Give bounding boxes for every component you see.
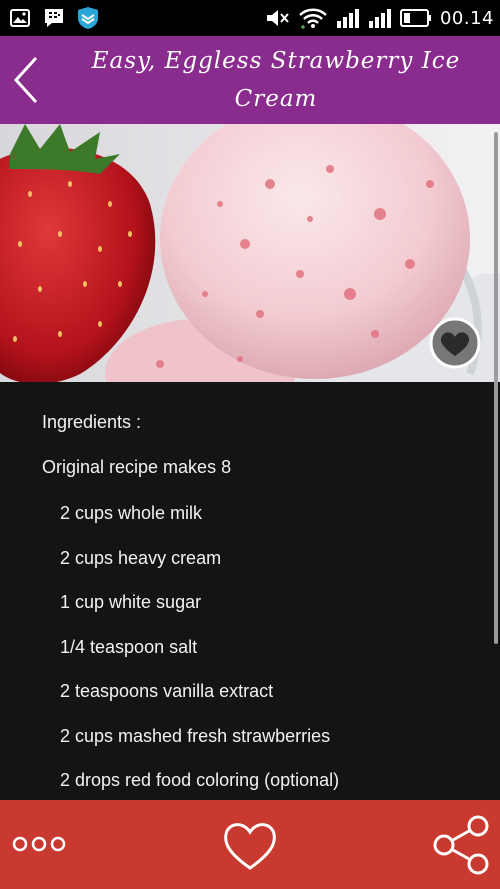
ice-cream-photo — [0, 124, 500, 382]
recipe-yield: Original recipe makes 8 — [42, 457, 232, 477]
back-button[interactable] — [8, 50, 48, 110]
share-button[interactable] — [428, 814, 494, 876]
favorite-button[interactable] — [428, 316, 482, 370]
ingredient-item: 2 drops red food coloring (optional) — [60, 770, 340, 790]
ingredient-item: 2 cups whole milk — [60, 503, 203, 523]
page-title: Easy, Eggless Strawberry Ice Cream — [91, 48, 461, 112]
chevron-left-icon — [13, 56, 38, 104]
status-time: 00.14 — [439, 7, 494, 29]
status-right-icons: 00.14 — [266, 6, 494, 30]
gallery-icon — [8, 6, 32, 30]
recipe-image — [0, 124, 500, 382]
like-button[interactable] — [220, 816, 280, 874]
battery-icon — [399, 6, 432, 30]
ingredient-item: 2 cups heavy cream — [60, 547, 222, 568]
recipe-content[interactable]: Ingredients : Original recipe makes 8 2 … — [0, 382, 500, 800]
signal-icon — [336, 6, 360, 30]
bottom-bar — [0, 800, 500, 889]
ingredient-item: 1/4 teaspoon salt — [60, 636, 198, 657]
signal-icon-2 — [368, 6, 392, 30]
scrollbar[interactable] — [494, 132, 498, 644]
heart-outline-icon — [224, 823, 276, 870]
ingredients-heading: Ingredients : — [42, 412, 142, 432]
app-bar: Easy, Eggless Strawberry Ice Cream — [0, 36, 500, 124]
shield-icon — [76, 6, 100, 30]
more-dots-icon — [12, 836, 66, 852]
status-bar: 00.14 — [0, 0, 500, 36]
ingredient-item: 2 teaspoons vanilla extract — [60, 681, 274, 701]
ingredient-item: 1 cup white sugar — [60, 592, 202, 612]
ingredient-item: 2 cups mashed fresh strawberries — [60, 725, 331, 746]
status-left-icons — [8, 6, 100, 30]
mute-icon — [266, 6, 290, 30]
more-button[interactable] — [10, 828, 70, 860]
ingredient-list: 2 cups whole milk 2 cups heavy cream 1 c… — [60, 502, 339, 800]
bbm-icon — [42, 6, 66, 30]
heart-icon — [429, 317, 481, 369]
wifi-icon — [298, 6, 328, 30]
share-icon — [433, 815, 489, 875]
